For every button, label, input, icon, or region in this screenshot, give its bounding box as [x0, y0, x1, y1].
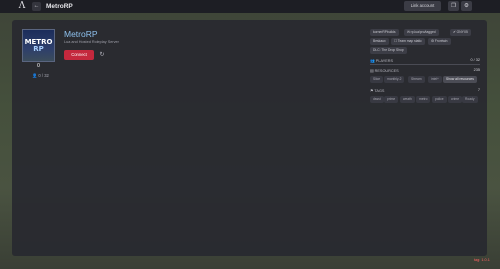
server-name: MetroRP: [64, 29, 98, 39]
players-value: 0 / 32: [470, 58, 481, 62]
tags-count: 7: [477, 88, 480, 92]
tag-chip[interactable]: police: [432, 96, 447, 103]
tag-chip[interactable]: ☐ Team map static: [391, 38, 425, 45]
favorites-count: 0: [37, 63, 40, 69]
resources-count: 235: [473, 68, 480, 72]
link-account-button[interactable]: Link account: [404, 1, 441, 11]
tag-chip[interactable]: crime: [448, 96, 463, 103]
players-label-text: PLAYERS: [375, 59, 394, 63]
page-title: MetroRP: [46, 3, 73, 10]
tag-chip[interactable]: Roady: [462, 96, 478, 103]
tag-chip[interactable]: dssst: [370, 96, 384, 103]
tags-label-text: TAGS: [374, 89, 385, 93]
top-bar: Λ ← MetroRP Link account ❐ ⚙: [0, 0, 500, 13]
copy-icon[interactable]: ❐: [448, 1, 459, 11]
tag-chip[interactable]: kornerRPbuilds: [370, 29, 399, 36]
back-button[interactable]: ←: [32, 2, 41, 11]
tag-chip[interactable]: prime: [384, 96, 399, 103]
divider: [370, 64, 480, 65]
tag-chip[interactable]: Beskaux: [370, 38, 389, 45]
tag-chip[interactable]: ✉ rp.lua/pro/tagged: [404, 29, 439, 36]
version-label: tag: 1.0.1: [474, 258, 490, 262]
resources-label: ▤ RESOURCES: [370, 69, 399, 73]
players-summary-value: 0 / 32: [38, 73, 49, 78]
resource-chip[interactable]: monthly-2: [384, 76, 405, 83]
tag-chip[interactable]: metro: [416, 96, 431, 103]
settings-gear-icon[interactable]: ⚙: [461, 1, 472, 11]
connect-button[interactable]: Connect: [64, 50, 94, 60]
players-summary: 👤 0 / 32: [32, 73, 49, 78]
app-logo-icon[interactable]: Λ: [14, 0, 30, 13]
resource-chip[interactable]: intel+: [428, 76, 442, 83]
tag-chip[interactable]: ✔ ONYX5: [450, 29, 471, 36]
server-description: Lua and Hosted Roleplay Server: [64, 40, 119, 44]
thumbnail-line2: RP: [33, 45, 44, 53]
refresh-icon[interactable]: ↻: [98, 50, 106, 60]
tag-chip[interactable]: DLC: The Drop Shop: [370, 47, 407, 54]
show-all-resources-button[interactable]: Show all resources: [443, 76, 477, 83]
players-label: 👥 PLAYERS: [370, 59, 394, 63]
resource-chip[interactable]: Stream: [408, 76, 425, 83]
tags-label: ⚑ TAGS: [370, 89, 385, 93]
resources-label-text: RESOURCES: [374, 69, 399, 73]
tag-chip[interactable]: weath: [400, 96, 415, 103]
tag-chip[interactable]: ⚙ Frontwin: [428, 38, 451, 45]
server-thumbnail: METRO RP: [22, 29, 55, 62]
resource-chip[interactable]: Slice: [370, 76, 384, 83]
